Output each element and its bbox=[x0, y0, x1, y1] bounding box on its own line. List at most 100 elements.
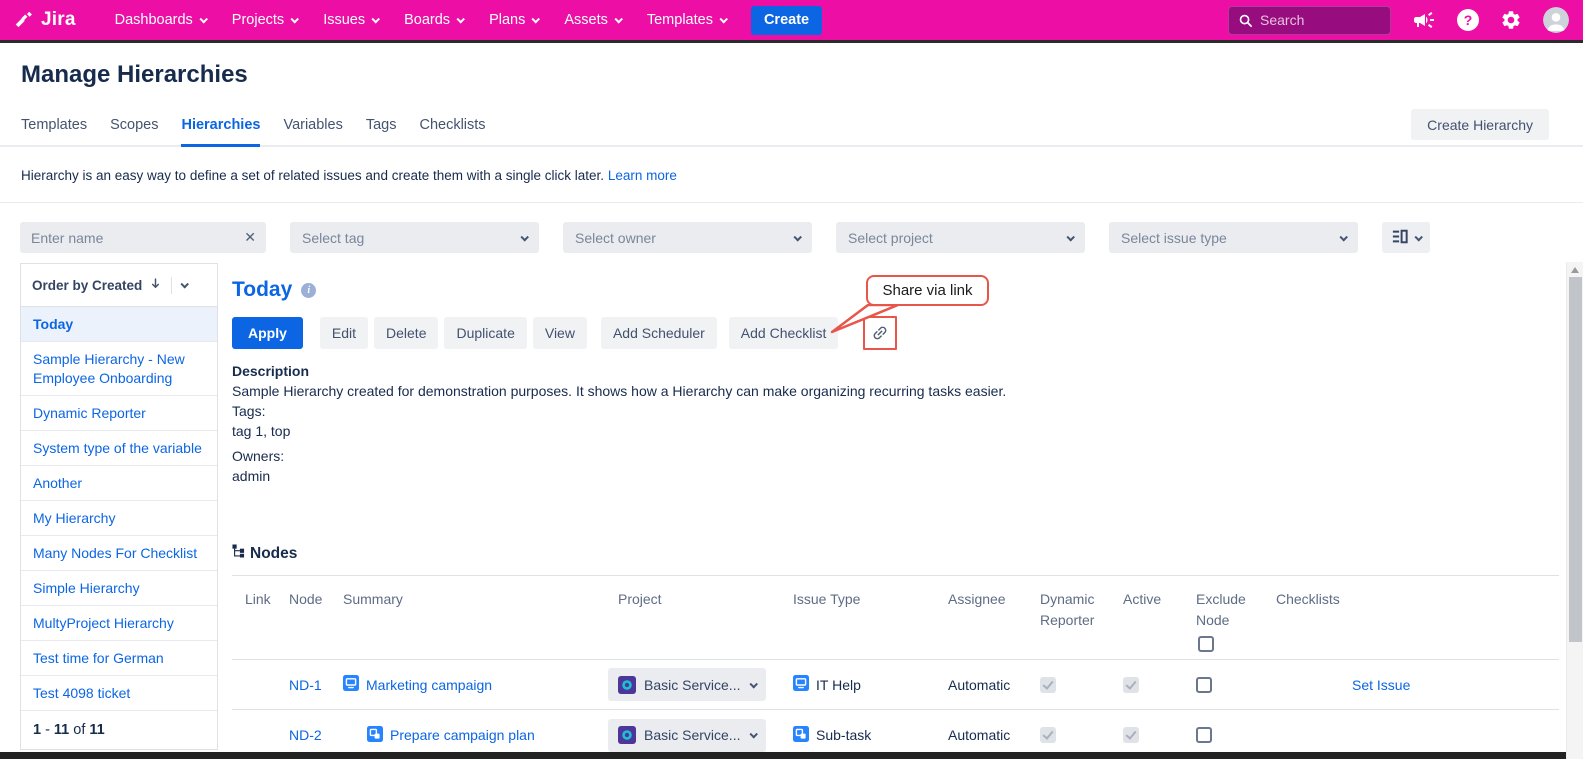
top-navbar: Jira Dashboards Projects Issues Boards P… bbox=[0, 0, 1583, 43]
chevron-down-icon bbox=[1339, 233, 1347, 241]
add-checklist-button[interactable]: Add Checklist bbox=[729, 317, 839, 349]
nav-menu-plans[interactable]: Plans bbox=[476, 0, 551, 40]
clear-icon[interactable]: ✕ bbox=[244, 229, 256, 246]
owner-filter-select[interactable]: Select owner bbox=[563, 222, 812, 253]
header-exclude-checkbox[interactable] bbox=[1198, 636, 1214, 652]
tag-filter-select[interactable]: Select tag bbox=[290, 222, 539, 253]
scrollbar-thumb[interactable] bbox=[1569, 277, 1582, 642]
nodes-icon bbox=[232, 544, 245, 563]
search-input[interactable] bbox=[1260, 12, 1381, 28]
node-link[interactable]: ND-1 bbox=[289, 677, 322, 693]
order-by-header[interactable]: Order by Created bbox=[21, 264, 217, 307]
tab-hierarchies[interactable]: Hierarchies bbox=[181, 117, 260, 145]
jira-logo-text: Jira bbox=[41, 9, 76, 31]
chevron-down-icon bbox=[1066, 233, 1074, 241]
project-filter-select[interactable]: Select project bbox=[836, 222, 1085, 253]
page-title: Manage Hierarchies bbox=[21, 61, 248, 89]
learn-more-link[interactable]: Learn more bbox=[608, 168, 677, 183]
chevron-down-icon bbox=[532, 15, 540, 23]
exclude-node-checkbox[interactable] bbox=[1196, 677, 1212, 693]
exclude-node-checkbox[interactable] bbox=[1196, 727, 1212, 743]
col-active: Active bbox=[1123, 589, 1196, 652]
tab-templates[interactable]: Templates bbox=[21, 117, 87, 145]
project-avatar-icon bbox=[618, 676, 636, 694]
view-button[interactable]: View bbox=[533, 317, 587, 349]
sort-desc-icon[interactable] bbox=[149, 277, 162, 294]
view-toggle-button[interactable] bbox=[1382, 222, 1430, 253]
project-avatar-icon bbox=[618, 726, 636, 744]
owners-value: admin bbox=[232, 466, 1559, 486]
search-icon bbox=[1238, 13, 1253, 28]
chevron-down-icon bbox=[199, 15, 207, 23]
nav-menu-boards[interactable]: Boards bbox=[391, 0, 476, 40]
nav-menu-assets[interactable]: Assets bbox=[551, 0, 634, 40]
assignee-value: Automatic bbox=[948, 727, 1040, 743]
nav-menu-templates[interactable]: Templates bbox=[634, 0, 739, 40]
edit-button[interactable]: Edit bbox=[320, 317, 368, 349]
nav-menu-issues[interactable]: Issues bbox=[310, 0, 391, 40]
pagination: 1 - 11 of 11 bbox=[21, 711, 217, 749]
delete-button[interactable]: Delete bbox=[374, 317, 438, 349]
sidebar-item-test-time[interactable]: Test time for German bbox=[21, 641, 217, 676]
tags-value: tag 1, top bbox=[232, 421, 1559, 441]
active-checkbox bbox=[1123, 727, 1139, 743]
chevron-down-icon bbox=[749, 680, 757, 688]
sidebar-item-sample-hierarchy[interactable]: Sample Hierarchy - New Employee Onboardi… bbox=[21, 342, 217, 396]
col-node: Node bbox=[289, 589, 343, 652]
it-help-icon bbox=[343, 675, 359, 694]
sidebar-item-my-hierarchy[interactable]: My Hierarchy bbox=[21, 501, 217, 536]
it-help-icon bbox=[793, 675, 809, 694]
filter-bar: ✕ Select tag Select owner Select project… bbox=[20, 222, 1430, 253]
nav-menu-projects[interactable]: Projects bbox=[219, 0, 310, 40]
sidebar-item-many-nodes[interactable]: Many Nodes For Checklist bbox=[21, 536, 217, 571]
col-dynamic-reporter: Dynamic Reporter bbox=[1040, 589, 1123, 652]
issue-type-value: Sub-task bbox=[816, 727, 871, 743]
description-text: Sample Hierarchy created for demonstrati… bbox=[232, 381, 1559, 401]
list-detail-view-icon bbox=[1392, 229, 1408, 247]
callout-tail bbox=[828, 304, 908, 336]
scroll-up-icon[interactable] bbox=[1571, 267, 1579, 273]
global-search[interactable] bbox=[1228, 6, 1391, 35]
sidebar-item-today[interactable]: Today bbox=[21, 307, 217, 342]
sidebar-item-multyproject[interactable]: MultyProject Hierarchy bbox=[21, 606, 217, 641]
tab-tags[interactable]: Tags bbox=[366, 117, 397, 145]
summary-link[interactable]: Prepare campaign plan bbox=[390, 727, 535, 743]
sidebar-item-another[interactable]: Another bbox=[21, 466, 217, 501]
issue-type-filter-select[interactable]: Select issue type bbox=[1109, 222, 1358, 253]
gear-icon[interactable] bbox=[1500, 9, 1522, 31]
create-button[interactable]: Create bbox=[751, 6, 822, 35]
vertical-scrollbar[interactable] bbox=[1566, 262, 1583, 759]
sidebar-item-system-type[interactable]: System type of the variable bbox=[21, 431, 217, 466]
info-icon[interactable]: i bbox=[301, 283, 316, 298]
order-chevron-icon[interactable] bbox=[181, 280, 189, 288]
nav-menu-dashboards[interactable]: Dashboards bbox=[102, 0, 219, 40]
navbar-right: ? bbox=[1228, 6, 1569, 35]
intro-line: Hierarchy is an easy way to define a set… bbox=[21, 168, 677, 183]
name-filter-input[interactable] bbox=[20, 222, 266, 253]
detail-panel: Today i Apply Edit Delete Duplicate View… bbox=[232, 263, 1559, 759]
sub-task-icon bbox=[793, 726, 809, 745]
jira-logo[interactable]: Jira bbox=[14, 9, 76, 31]
sidebar-item-simple-hierarchy[interactable]: Simple Hierarchy bbox=[21, 571, 217, 606]
avatar[interactable] bbox=[1543, 7, 1569, 33]
project-select[interactable]: Basic Service... bbox=[608, 668, 766, 701]
duplicate-button[interactable]: Duplicate bbox=[444, 317, 526, 349]
tab-checklists[interactable]: Checklists bbox=[419, 117, 485, 145]
tab-variables[interactable]: Variables bbox=[283, 117, 342, 145]
node-link[interactable]: ND-2 bbox=[289, 727, 322, 743]
add-scheduler-button[interactable]: Add Scheduler bbox=[601, 317, 717, 349]
apply-button[interactable]: Apply bbox=[232, 317, 303, 349]
sidebar-item-dynamic-reporter[interactable]: Dynamic Reporter bbox=[21, 396, 217, 431]
col-assignee: Assignee bbox=[948, 589, 1040, 652]
create-hierarchy-button[interactable]: Create Hierarchy bbox=[1411, 109, 1549, 140]
megaphone-icon[interactable] bbox=[1412, 8, 1436, 32]
help-icon[interactable]: ? bbox=[1457, 9, 1479, 31]
summary-link[interactable]: Marketing campaign bbox=[366, 677, 492, 693]
name-filter: ✕ bbox=[20, 222, 266, 253]
set-issue-link[interactable]: Set Issue bbox=[1352, 677, 1410, 693]
project-select[interactable]: Basic Service... bbox=[608, 719, 766, 752]
sidebar-item-test-4098[interactable]: Test 4098 ticket bbox=[21, 676, 217, 711]
table-row-nd1: ND-1 Marketing campaign Basic Service... bbox=[232, 660, 1559, 710]
bottom-strip bbox=[0, 752, 1566, 759]
tab-scopes[interactable]: Scopes bbox=[110, 117, 158, 145]
